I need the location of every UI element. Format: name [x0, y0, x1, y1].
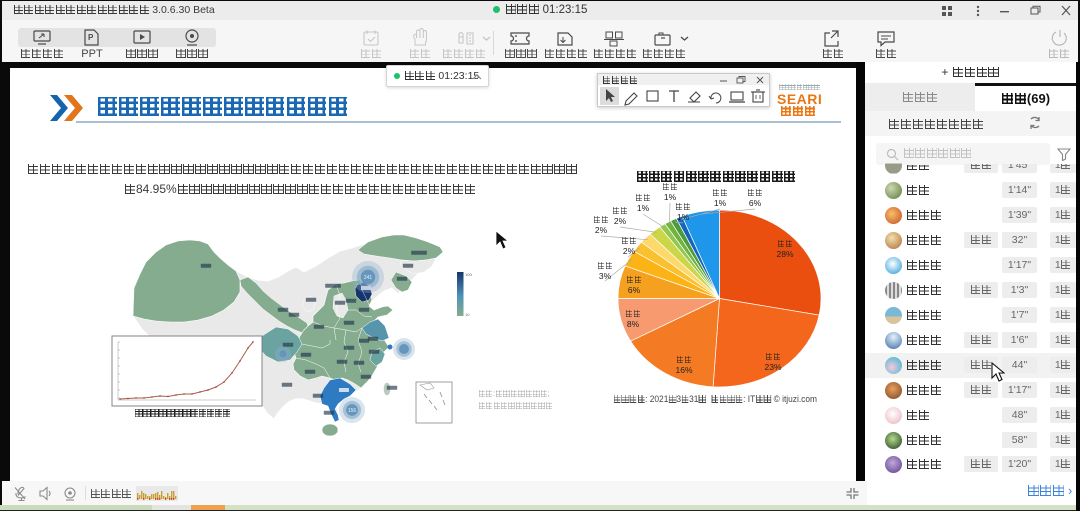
svg-text:P: P — [88, 33, 94, 42]
svg-text:241: 241 — [364, 275, 373, 281]
svg-text:10: 10 — [465, 312, 470, 317]
svg-text:1000: 1000 — [465, 272, 472, 277]
svg-text:156: 156 — [348, 408, 357, 414]
